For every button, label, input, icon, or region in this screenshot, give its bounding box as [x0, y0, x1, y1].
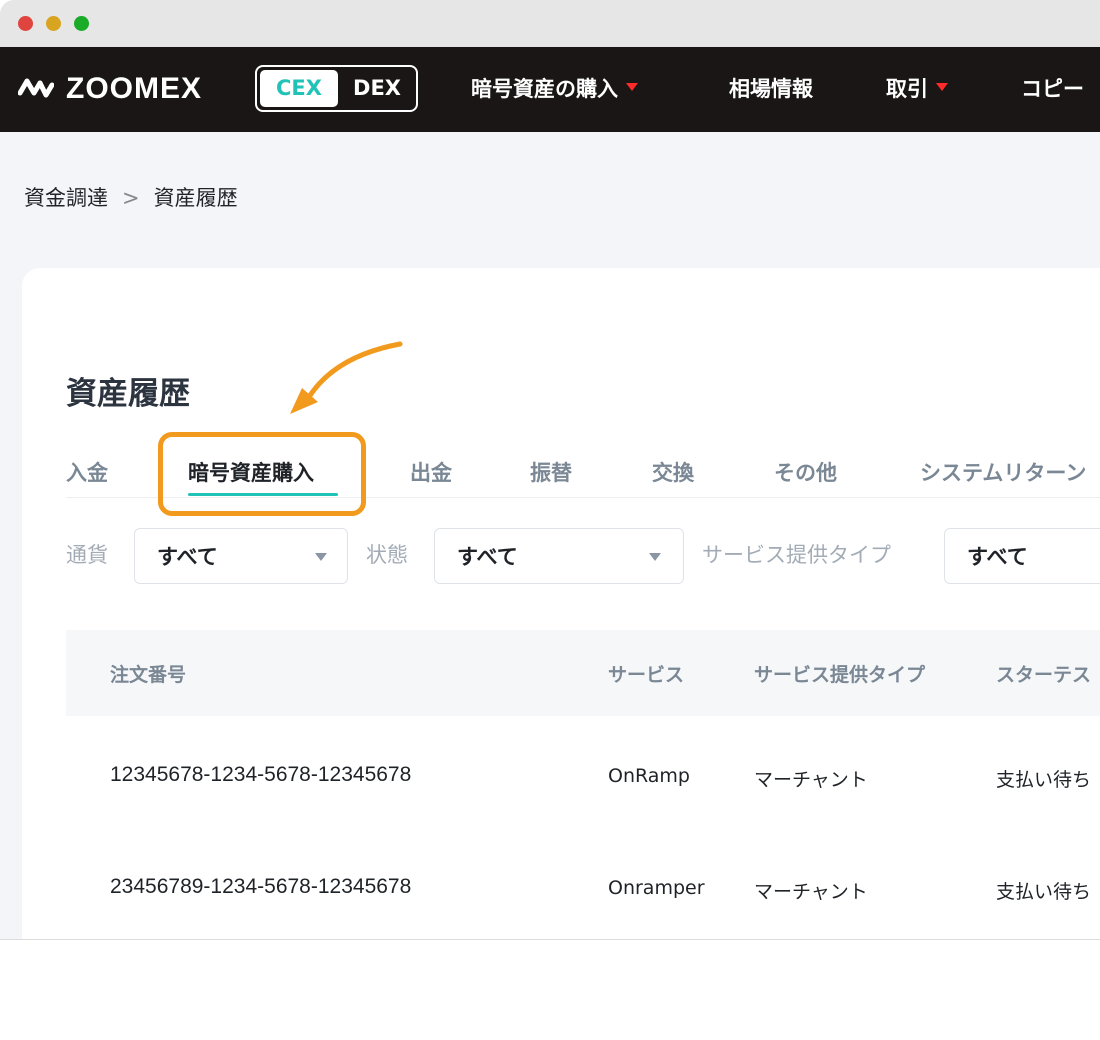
status-filter-label: 状態 [366, 543, 408, 567]
caret-down-icon [649, 553, 661, 561]
column-header-service: サービス [608, 664, 685, 686]
tab-deposit[interactable]: 入金 [66, 458, 108, 488]
service-cell: Onramper [608, 877, 705, 899]
caret-down-icon [936, 83, 948, 91]
tab-withdraw[interactable]: 出金 [410, 458, 452, 488]
zoomex-logo-icon [18, 78, 54, 98]
window-titlebar [0, 0, 1100, 47]
service-cell: OnRamp [608, 765, 690, 787]
nav-item-label: 暗号資産の購入 [471, 77, 618, 101]
tab-system-return[interactable]: システムリターン [920, 458, 1086, 488]
asset-history-card: 資産履歴 入金 暗号資産購入 出金 振替 交換 その他 システムリターン 通貨 … [22, 268, 1100, 939]
breadcrumb: 資金調達 > 資産履歴 [24, 182, 238, 212]
currency-filter-label: 通貨 [66, 543, 108, 567]
column-header-status: スターテス [996, 664, 1092, 686]
highlight-box [158, 432, 366, 516]
column-header-provider-type: サービス提供タイプ [754, 664, 926, 686]
maximize-window-button[interactable] [74, 16, 89, 31]
provider-type-cell: マーチャント [754, 881, 868, 903]
status-cell: 支払い待ち [996, 881, 1092, 903]
provider-type-cell: マーチャント [754, 769, 868, 791]
caret-down-icon [315, 553, 327, 561]
order-id-cell: 23456789-1234-5678-12345678 [110, 875, 412, 898]
select-value: すべて [967, 545, 1028, 569]
breadcrumb-separator: > [122, 186, 140, 210]
tab-exchange[interactable]: 交換 [652, 458, 694, 488]
main-content: 資金調達 > 資産履歴 資産履歴 入金 暗号資産購入 出金 振替 交換 その他 シス… [0, 132, 1100, 939]
provider-type-select[interactable]: すべて [944, 528, 1100, 584]
nav-item-trade[interactable]: 取引 [886, 73, 948, 105]
select-value: すべて [157, 545, 218, 569]
cex-toggle[interactable]: CEX [260, 70, 338, 107]
table-header: 注文番号 サービス サービス提供タイプ スターテス [66, 630, 1100, 716]
annotation-arrow-icon [290, 341, 403, 414]
top-navbar: ZOOMEX CEX DEX 暗号資産の購入 相場情報 取引 コピー [0, 47, 1100, 132]
close-window-button[interactable] [18, 16, 33, 31]
tab-transfer[interactable]: 振替 [530, 458, 572, 488]
currency-select[interactable]: すべて [134, 528, 348, 584]
column-header-order-id: 注文番号 [110, 664, 187, 686]
caret-down-icon [626, 83, 638, 91]
zoomex-logo[interactable]: ZOOMEX [18, 69, 202, 109]
browser-window: ZOOMEX CEX DEX 暗号資産の購入 相場情報 取引 コピー 資金調達 >… [0, 0, 1100, 940]
dex-toggle[interactable]: DEX [340, 70, 414, 107]
nav-item-label: 取引 [886, 77, 928, 101]
nav-item-label: 相場情報 [729, 77, 813, 101]
minimize-window-button[interactable] [46, 16, 61, 31]
breadcrumb-current: 資産履歴 [153, 186, 238, 210]
select-value: すべて [457, 545, 518, 569]
nav-item-crypto-purchase[interactable]: 暗号資産の購入 [471, 73, 638, 105]
tab-other[interactable]: その他 [774, 458, 837, 488]
nav-item-label: コピー [1021, 77, 1084, 101]
status-cell: 支払い待ち [996, 769, 1092, 791]
logo-text: ZOOMEX [66, 72, 203, 105]
breadcrumb-parent[interactable]: 資金調達 [24, 186, 108, 210]
page-title: 資産履歴 [66, 376, 190, 412]
cex-dex-switch: CEX DEX [255, 65, 418, 112]
order-id-cell: 12345678-1234-5678-12345678 [110, 763, 412, 786]
nav-item-copy[interactable]: コピー [1021, 73, 1084, 105]
status-select[interactable]: すべて [434, 528, 684, 584]
nav-item-market-info[interactable]: 相場情報 [729, 73, 813, 105]
provider-type-filter-label: サービス提供タイプ [702, 543, 891, 567]
